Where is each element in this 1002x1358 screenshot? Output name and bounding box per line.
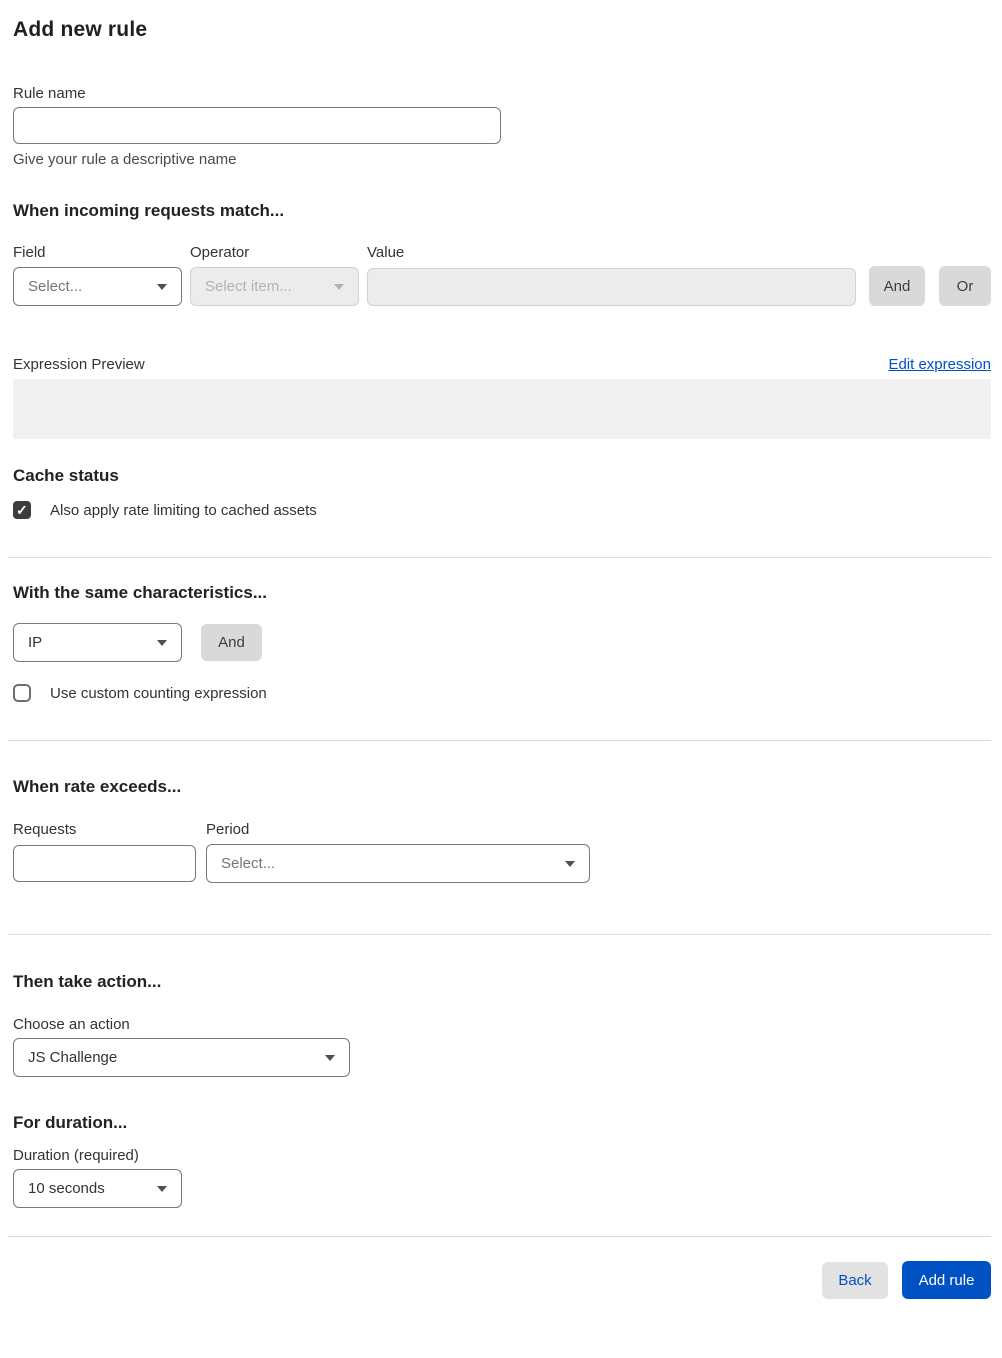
custom-counting-checkbox-label: Use custom counting expression (50, 684, 267, 702)
field-select-value: Select... (28, 278, 83, 295)
back-button[interactable]: Back (822, 1261, 888, 1299)
chevron-down-icon (325, 1054, 335, 1061)
chevron-down-icon (565, 860, 575, 867)
value-label: Value (367, 244, 405, 261)
characteristics-heading: With the same characteristics... (13, 583, 268, 602)
section-divider (8, 740, 991, 741)
expression-preview-box (13, 379, 991, 439)
operator-label: Operator (190, 244, 250, 261)
action-label: Choose an action (13, 1016, 130, 1033)
match-condition-row: Field Select... Operator Select item... … (13, 244, 991, 306)
chevron-down-icon (157, 639, 167, 646)
rule-name-label: Rule name (13, 85, 86, 102)
footer-divider (8, 1236, 991, 1237)
and-button[interactable]: And (869, 266, 925, 306)
edit-expression-link[interactable]: Edit expression (888, 356, 991, 373)
section-divider (8, 557, 991, 558)
rule-name-input[interactable] (13, 107, 501, 144)
add-rule-button[interactable]: Add rule (902, 1261, 991, 1299)
characteristics-select-value: IP (28, 634, 43, 651)
duration-heading: For duration... (13, 1113, 128, 1132)
duration-select[interactable]: 10 seconds (13, 1169, 182, 1208)
or-button[interactable]: Or (939, 266, 991, 306)
rule-name-helper: Give your rule a descriptive name (13, 151, 237, 168)
value-input[interactable] (367, 268, 856, 306)
action-select-value: JS Challenge (28, 1049, 118, 1066)
chevron-down-icon (334, 283, 344, 290)
field-label: Field (13, 244, 46, 261)
chevron-down-icon (157, 283, 167, 290)
characteristics-select[interactable]: IP (13, 623, 182, 662)
cached-assets-checkbox[interactable]: ✓ (13, 501, 31, 519)
characteristics-and-button[interactable]: And (201, 624, 262, 661)
add-rule-form: Add new rule Rule name Give your rule a … (0, 18, 1002, 1310)
footer-actions: Back Add rule (13, 1261, 991, 1310)
expression-preview-label: Expression Preview (13, 356, 145, 373)
requests-label: Requests (13, 821, 77, 838)
operator-select[interactable]: Select item... (190, 267, 359, 306)
period-label: Period (206, 821, 250, 838)
duration-label: Duration (required) (13, 1147, 139, 1164)
operator-select-value: Select item... (205, 278, 292, 295)
section-divider (8, 934, 991, 935)
period-select[interactable]: Select... (206, 844, 590, 883)
rate-heading: When rate exceeds... (13, 777, 182, 796)
field-select[interactable]: Select... (13, 267, 182, 306)
cached-assets-checkbox-label: Also apply rate limiting to cached asset… (50, 501, 317, 519)
custom-counting-checkbox[interactable] (13, 684, 31, 702)
chevron-down-icon (157, 1185, 167, 1192)
action-select[interactable]: JS Challenge (13, 1038, 350, 1077)
requests-input[interactable] (13, 845, 196, 882)
duration-select-value: 10 seconds (28, 1180, 105, 1197)
cache-status-heading: Cache status (13, 466, 119, 485)
page-title: Add new rule (13, 18, 148, 41)
action-heading: Then take action... (13, 972, 162, 991)
check-icon: ✓ (16, 502, 28, 518)
match-section-heading: When incoming requests match... (13, 201, 285, 220)
period-select-value: Select... (221, 855, 276, 872)
